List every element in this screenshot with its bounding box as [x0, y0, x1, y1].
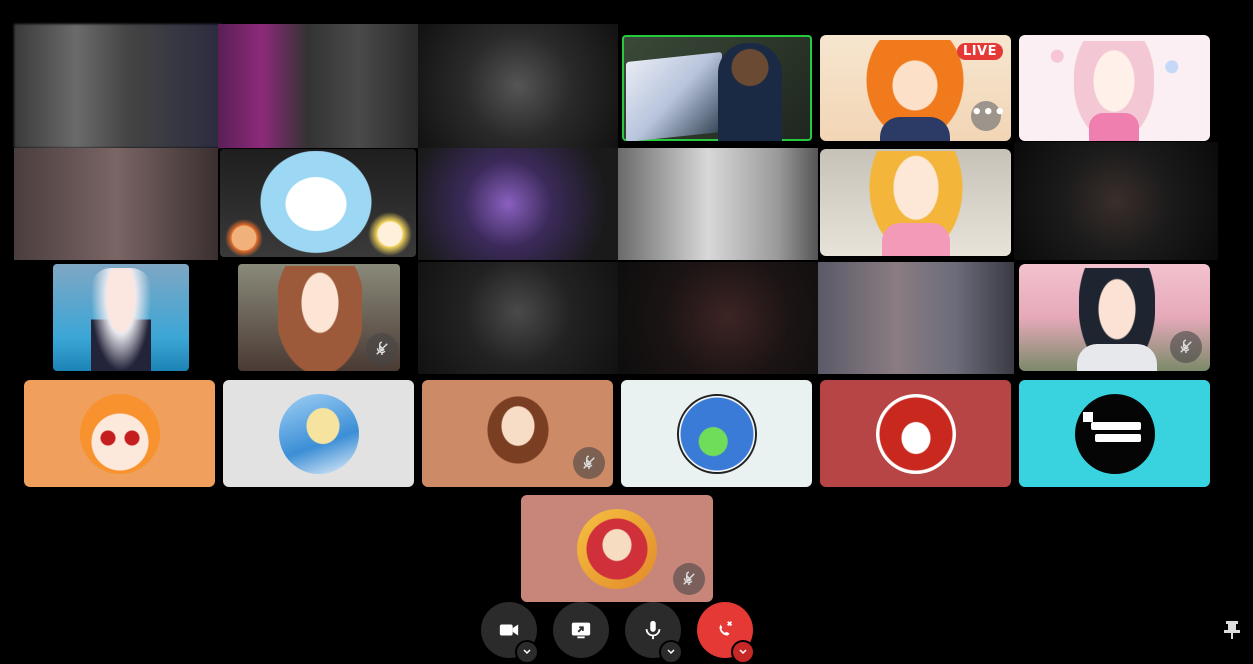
participant-video-vtuber[interactable]	[238, 264, 400, 371]
profile-avatar	[577, 508, 657, 589]
participant-video-blurred[interactable]	[418, 262, 618, 374]
participant-avatar-tile[interactable]	[1019, 380, 1210, 487]
profile-avatar	[676, 393, 757, 474]
sailor-collar	[880, 117, 950, 141]
participant-avatar-tile[interactable]	[621, 380, 812, 487]
profile-avatar	[875, 393, 956, 474]
participant-video-vtuber[interactable]: LIVE •••	[820, 35, 1011, 141]
participant-avatar-tile[interactable]	[820, 380, 1011, 487]
participant-video-active-speaker[interactable]	[622, 35, 812, 141]
vtuber-avatar-image	[278, 266, 362, 371]
muted-indicator	[573, 447, 605, 479]
vtuber-avatar-image	[256, 151, 376, 257]
profile-avatar	[278, 393, 359, 474]
laptop-screen-image	[626, 51, 722, 141]
phone-hangup-icon	[719, 621, 733, 636]
participant-avatar-tile[interactable]	[422, 380, 613, 487]
participant-video-blurred[interactable]	[14, 148, 218, 260]
chevron-down-icon	[739, 649, 747, 655]
small-avatar-image	[224, 219, 264, 257]
profile-avatar	[477, 393, 558, 474]
pink-hoodie	[882, 223, 950, 256]
participant-video-blurred[interactable]	[14, 24, 222, 148]
participant-video-blurred[interactable]	[618, 148, 818, 260]
camera-toggle-button[interactable]	[481, 602, 539, 664]
vtuber-avatar-image	[91, 268, 151, 371]
chevron-down-icon	[523, 649, 531, 655]
grey-hoodie	[1077, 344, 1157, 371]
microphone-icon	[645, 620, 661, 640]
chevron-down-icon	[667, 649, 675, 655]
participant-avatar-tile[interactable]	[223, 380, 414, 487]
muted-indicator	[673, 563, 705, 595]
participant-video-blurred[interactable]	[1014, 142, 1218, 260]
profile-avatar	[79, 393, 160, 474]
camera-options-chevron[interactable]	[515, 640, 539, 664]
screen-share-icon	[571, 622, 591, 639]
participant-video-vtuber[interactable]	[820, 149, 1011, 256]
participant-video-blurred[interactable]	[418, 24, 618, 148]
more-options-button[interactable]: •••	[971, 101, 1006, 131]
video-camera-icon	[499, 624, 519, 636]
small-avatar-image	[368, 211, 412, 257]
participant-video-vtuber[interactable]	[220, 149, 416, 257]
mic-off-icon	[376, 341, 388, 355]
muted-indicator	[1170, 331, 1202, 363]
screen-share-button[interactable]	[553, 602, 609, 658]
microphone-toggle-button[interactable]	[625, 602, 683, 664]
mic-off-icon	[1180, 339, 1192, 353]
microphone-options-chevron[interactable]	[659, 640, 683, 664]
end-call-options-chevron[interactable]	[731, 640, 755, 664]
participant-avatar-tile[interactable]	[521, 495, 713, 602]
participant-video-vtuber[interactable]	[53, 264, 189, 371]
person-silhouette	[718, 43, 782, 141]
participant-avatar-tile[interactable]	[24, 380, 215, 487]
mic-off-icon	[683, 571, 695, 585]
muted-indicator	[366, 333, 398, 365]
profile-avatar	[1074, 393, 1155, 474]
mic-off-icon	[583, 455, 595, 469]
participant-video-vtuber[interactable]	[1019, 35, 1210, 141]
participant-video-blurred[interactable]	[818, 262, 1014, 374]
end-call-button[interactable]	[697, 602, 755, 664]
live-badge: LIVE	[956, 43, 1003, 60]
pin-icon[interactable]	[1223, 620, 1241, 640]
participant-video-blurred[interactable]	[618, 262, 818, 374]
participant-video-vtuber[interactable]	[1019, 264, 1210, 371]
participant-video-blurred[interactable]	[218, 24, 418, 148]
participant-video-blurred[interactable]	[418, 148, 618, 260]
pink-outfit	[1089, 113, 1139, 141]
